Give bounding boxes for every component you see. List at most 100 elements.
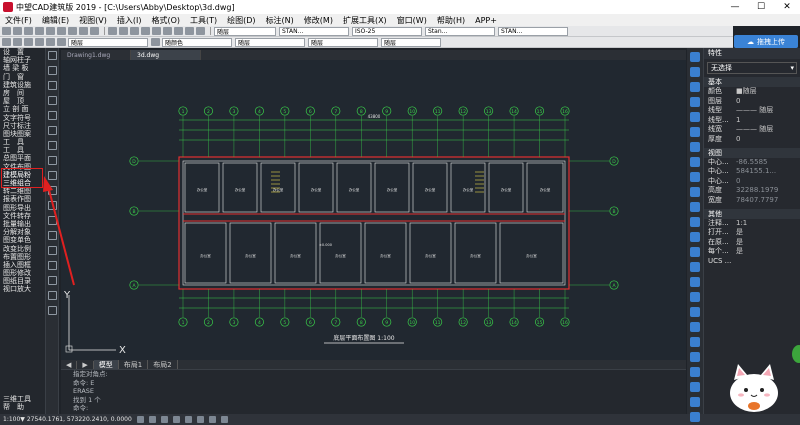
layer-lock-icon[interactable] bbox=[57, 38, 66, 46]
mleaderstyle-combo[interactable]: STAN... bbox=[498, 26, 568, 36]
arch-tool-item[interactable]: 屋 顶 bbox=[0, 97, 45, 105]
arch-tool-item[interactable]: 建筑设施 bbox=[0, 81, 45, 89]
color-combo[interactable]: 随颜色 bbox=[162, 37, 232, 47]
lineweight-toggle-icon[interactable] bbox=[208, 416, 216, 423]
layout-tab[interactable]: 布局2 bbox=[148, 359, 178, 370]
chamfer-tool-icon[interactable] bbox=[690, 232, 700, 242]
copy-icon[interactable] bbox=[68, 27, 77, 35]
polyline-tool-icon[interactable] bbox=[48, 66, 57, 75]
menu-item[interactable]: 帮助(H) bbox=[432, 15, 470, 26]
color-icon[interactable] bbox=[151, 38, 160, 46]
polar-icon[interactable] bbox=[172, 416, 180, 423]
property-row[interactable]: 注释... 1:1 bbox=[704, 219, 800, 229]
arch-tool-item[interactable]: 图纸目录 bbox=[0, 277, 45, 285]
arch-tool-item[interactable]: 尺寸标注 bbox=[0, 122, 45, 130]
menu-item[interactable]: 工具(T) bbox=[185, 15, 222, 26]
region-tool-icon[interactable] bbox=[48, 231, 57, 240]
rotate-tool-icon[interactable] bbox=[690, 82, 700, 92]
menu-item[interactable]: 标注(N) bbox=[261, 15, 299, 26]
layout-tab[interactable]: 布局1 bbox=[119, 359, 149, 370]
cat-mascot-icon[interactable] bbox=[724, 360, 784, 414]
arch-tool-item[interactable]: 墙 梁 板 bbox=[0, 64, 45, 72]
revcloud-tool-icon[interactable] bbox=[48, 291, 57, 300]
redo-icon[interactable] bbox=[119, 27, 128, 35]
arch-tool-item[interactable]: 报表作图 bbox=[0, 195, 45, 203]
assistant-bubble-icon[interactable] bbox=[792, 345, 800, 363]
property-row[interactable]: 宽度 78407.7797 bbox=[704, 196, 800, 206]
dist-tool-icon[interactable] bbox=[690, 352, 700, 362]
layer-state-icon[interactable] bbox=[13, 38, 22, 46]
menu-item[interactable]: 视图(V) bbox=[74, 15, 112, 26]
arch-tool-item[interactable]: 视口放大 bbox=[0, 285, 45, 293]
command-window[interactable]: 指定对角点: 命令: E ERASE 找到 1 个命令: bbox=[61, 369, 686, 414]
match-prop-icon[interactable] bbox=[90, 27, 99, 35]
polygon-tool-icon[interactable] bbox=[48, 126, 57, 135]
dimstyle-combo[interactable]: ISO-25 bbox=[352, 26, 422, 36]
arch-tool-item[interactable]: 批量输出 bbox=[0, 220, 45, 228]
copy-tool-icon[interactable] bbox=[690, 67, 700, 77]
print-icon[interactable] bbox=[35, 27, 44, 35]
ellipse-tool-icon[interactable] bbox=[48, 156, 57, 165]
menu-item[interactable]: APP+ bbox=[470, 16, 502, 25]
section-other[interactable]: 其他 bbox=[704, 208, 800, 219]
tablestyle-combo[interactable]: Stan... bbox=[425, 26, 495, 36]
property-row[interactable]: 中心... 0 bbox=[704, 177, 800, 187]
preview-icon[interactable] bbox=[46, 27, 55, 35]
property-row[interactable]: 线宽 ——— 随层 bbox=[704, 125, 800, 135]
property-row[interactable]: 高度 32288.1979 bbox=[704, 186, 800, 196]
hatch-tool-icon[interactable] bbox=[48, 171, 57, 180]
drawing-canvas[interactable]: 办公室 办公室 办公室 办公室 办公室 办公室 办公室 办公室 办公室 办公室 办公室 办公室 办公室办… bbox=[61, 60, 686, 360]
minimize-button[interactable]: — bbox=[722, 2, 748, 12]
lineweight-combo[interactable]: 随层 bbox=[308, 37, 378, 47]
current-layer-combo[interactable]: 随层 bbox=[68, 37, 148, 47]
textstyle-combo[interactable]: STAN... bbox=[279, 26, 349, 36]
arch-tool-item[interactable]: 图块图案 bbox=[0, 130, 45, 138]
calculator-icon[interactable] bbox=[196, 27, 205, 35]
tab-scroll-arrow-icon[interactable]: ◀ bbox=[61, 360, 78, 369]
property-row[interactable]: 厚度 0 bbox=[704, 135, 800, 145]
new-file-icon[interactable] bbox=[2, 27, 11, 35]
arch-tool-item[interactable]: 改变比例 bbox=[0, 245, 45, 253]
grid-icon[interactable] bbox=[148, 416, 156, 423]
property-row[interactable]: 颜色 ■随层 bbox=[704, 87, 800, 97]
snap-icon[interactable] bbox=[136, 416, 144, 423]
layer-prev-icon[interactable] bbox=[24, 38, 33, 46]
pan-icon[interactable] bbox=[130, 27, 139, 35]
arch-tool-item[interactable]: 帮 助 bbox=[0, 403, 46, 411]
offset-tool-icon[interactable] bbox=[690, 112, 700, 122]
circle-tool-icon[interactable] bbox=[48, 81, 57, 90]
point-tool-icon[interactable] bbox=[48, 216, 57, 225]
linetype2-combo[interactable]: 随层 bbox=[381, 37, 441, 47]
fillet-tool-icon[interactable] bbox=[690, 247, 700, 257]
ortho-icon[interactable] bbox=[160, 416, 168, 423]
erase-tool-icon[interactable] bbox=[690, 277, 700, 287]
wipeout-tool-icon[interactable] bbox=[48, 306, 57, 315]
stretch-tool-icon[interactable] bbox=[690, 157, 700, 167]
layer-freeze-icon[interactable] bbox=[46, 38, 55, 46]
line-tool-icon[interactable] bbox=[48, 51, 57, 60]
arch-tool-item[interactable]: 房 间 bbox=[0, 89, 45, 97]
arch-tool-item[interactable]: 文件转存 bbox=[0, 212, 45, 220]
arch-tool-item[interactable]: 布置图形 bbox=[0, 253, 45, 261]
layer-combo[interactable]: 随层 bbox=[214, 26, 276, 36]
layer-iso-icon[interactable] bbox=[35, 38, 44, 46]
section-basic[interactable]: 基本 bbox=[704, 77, 800, 87]
arch-tool-item[interactable]: 工 具 bbox=[0, 138, 45, 146]
table-tool-icon[interactable] bbox=[48, 246, 57, 255]
zoom-previous-icon[interactable] bbox=[163, 27, 172, 35]
undo-icon[interactable] bbox=[108, 27, 117, 35]
layout-tab[interactable]: 模型 bbox=[93, 359, 119, 370]
otrack-icon[interactable] bbox=[196, 416, 204, 423]
drag-upload-button[interactable]: ☁ 拖拽上传 bbox=[734, 35, 798, 48]
array-tool-icon[interactable] bbox=[690, 127, 700, 137]
osnap-icon[interactable] bbox=[184, 416, 192, 423]
section-view[interactable]: 视图 bbox=[704, 147, 800, 158]
zoom-window-icon[interactable] bbox=[152, 27, 161, 35]
menu-item[interactable]: 插入(I) bbox=[112, 15, 147, 26]
menu-item[interactable]: 窗口(W) bbox=[392, 15, 432, 26]
zoom-icon[interactable] bbox=[141, 27, 150, 35]
property-row[interactable]: 线型 ——— 随层 bbox=[704, 106, 800, 116]
menu-item[interactable]: 扩展工具(X) bbox=[338, 15, 392, 26]
doc-tab[interactable]: Drawing1.dwg bbox=[61, 50, 131, 60]
linetype-combo[interactable]: 随层 bbox=[235, 37, 305, 47]
